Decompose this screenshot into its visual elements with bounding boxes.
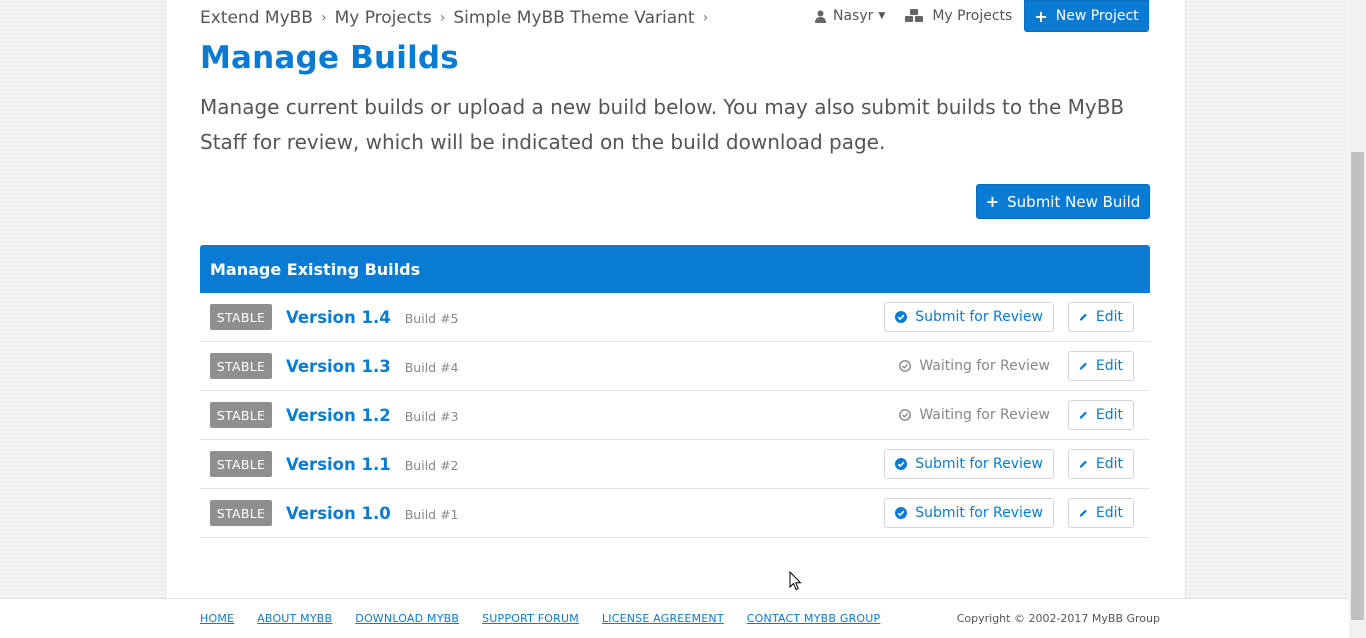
footer: HOME ABOUT MYBB DOWNLOAD MYBB SUPPORT FO… bbox=[0, 598, 1349, 638]
breadcrumb-separator: › bbox=[702, 10, 709, 26]
plus-icon: + bbox=[1034, 6, 1048, 26]
build-number: Build #4 bbox=[404, 360, 459, 375]
edit-button[interactable]: Edit bbox=[1068, 498, 1134, 528]
edit-button[interactable]: Edit bbox=[1068, 400, 1134, 430]
pencil-icon bbox=[1079, 460, 1087, 468]
footer-link-license[interactable]: LICENSE AGREEMENT bbox=[602, 612, 724, 625]
version-link[interactable]: Version 1.2 bbox=[286, 406, 391, 425]
check-circle-icon bbox=[895, 458, 908, 470]
row-actions: Submit for Review Edit bbox=[884, 293, 1134, 341]
edit-label: Edit bbox=[1095, 407, 1123, 423]
version-link[interactable]: Version 1.3 bbox=[286, 357, 391, 376]
submit-for-review-label: Submit for Review bbox=[915, 505, 1043, 521]
pencil-icon bbox=[1079, 362, 1087, 370]
waiting-status-label: Waiting for Review bbox=[919, 407, 1050, 423]
footer-links: HOME ABOUT MYBB DOWNLOAD MYBB SUPPORT FO… bbox=[200, 612, 903, 625]
footer-link-about[interactable]: ABOUT MYBB bbox=[257, 612, 332, 625]
edit-label: Edit bbox=[1095, 309, 1123, 325]
footer-link-download[interactable]: DOWNLOAD MYBB bbox=[355, 612, 459, 625]
copyright: Copyright © 2002-2017 MyBB Group bbox=[956, 612, 1160, 625]
submit-new-build-label: Submit New Build bbox=[1007, 192, 1141, 211]
my-projects-link[interactable]: My Projects bbox=[905, 8, 1012, 24]
check-circle-icon bbox=[895, 311, 908, 323]
new-project-button[interactable]: + New Project bbox=[1024, 0, 1149, 32]
build-row: STABLE Version 1.1 Build #2 Submit for Revi… bbox=[200, 440, 1150, 489]
stable-badge: STABLE bbox=[210, 451, 272, 477]
breadcrumb-my-projects[interactable]: My Projects bbox=[335, 8, 432, 28]
submit-for-review-label: Submit for Review bbox=[915, 456, 1043, 472]
version-link[interactable]: Version 1.0 bbox=[286, 504, 391, 523]
build-number: Build #3 bbox=[404, 409, 459, 424]
check-circle-outline-icon bbox=[899, 409, 912, 421]
row-actions: Submit for Review Edit bbox=[884, 489, 1134, 537]
scrollbar-thumb[interactable] bbox=[1351, 152, 1364, 620]
footer-link-contact[interactable]: CONTACT MYBB GROUP bbox=[747, 612, 881, 625]
edit-label: Edit bbox=[1095, 456, 1123, 472]
submit-for-review-label: Submit for Review bbox=[915, 309, 1043, 325]
breadcrumb-extend-mybb[interactable]: Extend MyBB bbox=[200, 8, 313, 28]
user-name: Nasyr bbox=[833, 8, 874, 24]
version-link[interactable]: Version 1.4 bbox=[286, 308, 391, 327]
panel-title: Manage Existing Builds bbox=[210, 259, 421, 279]
row-actions: Submit for Review Edit bbox=[884, 440, 1134, 488]
version-link[interactable]: Version 1.1 bbox=[286, 455, 391, 474]
check-circle-outline-icon bbox=[899, 360, 912, 372]
edit-label: Edit bbox=[1095, 358, 1123, 374]
build-row: STABLE Version 1.2 Build #3 Waiting for Rev… bbox=[200, 391, 1150, 440]
pencil-icon bbox=[1079, 509, 1087, 517]
stable-badge: STABLE bbox=[210, 353, 272, 379]
waiting-status-label: Waiting for Review bbox=[919, 358, 1050, 374]
page-title: Manage Builds bbox=[200, 40, 459, 76]
user-menu[interactable]: Nasyr ▼ bbox=[815, 8, 885, 24]
pencil-icon bbox=[1079, 411, 1087, 419]
waiting-status: Waiting for Review bbox=[899, 407, 1054, 423]
stable-badge: STABLE bbox=[210, 304, 272, 330]
submit-for-review-button[interactable]: Submit for Review bbox=[884, 498, 1054, 528]
row-actions: Waiting for Review Edit bbox=[899, 342, 1134, 390]
top-nav: Nasyr ▼ My Projects bbox=[815, 4, 1012, 28]
build-number: Build #1 bbox=[404, 507, 459, 522]
mouse-cursor-icon bbox=[789, 571, 802, 591]
build-row: STABLE Version 1.0 Build #1 Submit for Revi… bbox=[200, 489, 1150, 538]
breadcrumb-project[interactable]: Simple MyBB Theme Variant bbox=[453, 8, 694, 28]
build-row: STABLE Version 1.3 Build #4 Waiting for Rev… bbox=[200, 342, 1150, 391]
scrollbar[interactable] bbox=[1349, 0, 1366, 638]
stable-badge: STABLE bbox=[210, 402, 272, 428]
page-description: Manage current builds or upload a new bu… bbox=[200, 95, 1125, 154]
footer-link-home[interactable]: HOME bbox=[200, 612, 234, 625]
submit-new-build-button[interactable]: + Submit New Build bbox=[976, 184, 1150, 219]
build-number: Build #2 bbox=[404, 458, 459, 473]
builds-list: STABLE Version 1.4 Build #5 Submit for Revi… bbox=[200, 293, 1150, 538]
panel-header: Manage Existing Builds bbox=[200, 245, 1150, 293]
edit-label: Edit bbox=[1095, 505, 1123, 521]
row-actions: Waiting for Review Edit bbox=[899, 391, 1134, 439]
plus-icon: + bbox=[985, 192, 1000, 211]
cubes-icon bbox=[905, 9, 924, 22]
breadcrumb-separator: › bbox=[439, 10, 446, 26]
breadcrumb-separator: › bbox=[320, 10, 327, 26]
build-row: STABLE Version 1.4 Build #5 Submit for Revi… bbox=[200, 293, 1150, 342]
submit-for-review-button[interactable]: Submit for Review bbox=[884, 302, 1054, 332]
user-icon bbox=[815, 10, 826, 23]
new-project-label: New Project bbox=[1055, 8, 1139, 24]
footer-link-support[interactable]: SUPPORT FORUM bbox=[482, 612, 579, 625]
stable-badge: STABLE bbox=[210, 500, 272, 526]
edit-button[interactable]: Edit bbox=[1068, 302, 1134, 332]
check-circle-icon bbox=[895, 507, 908, 519]
edit-button[interactable]: Edit bbox=[1068, 351, 1134, 381]
build-number: Build #5 bbox=[404, 311, 459, 326]
breadcrumb: Extend MyBB › My Projects › Simple MyBB … bbox=[200, 6, 716, 30]
submit-for-review-button[interactable]: Submit for Review bbox=[884, 449, 1054, 479]
pencil-icon bbox=[1079, 313, 1087, 321]
chevron-down-icon: ▼ bbox=[878, 11, 886, 21]
my-projects-label: My Projects bbox=[932, 8, 1013, 24]
edit-button[interactable]: Edit bbox=[1068, 449, 1134, 479]
waiting-status: Waiting for Review bbox=[899, 358, 1054, 374]
